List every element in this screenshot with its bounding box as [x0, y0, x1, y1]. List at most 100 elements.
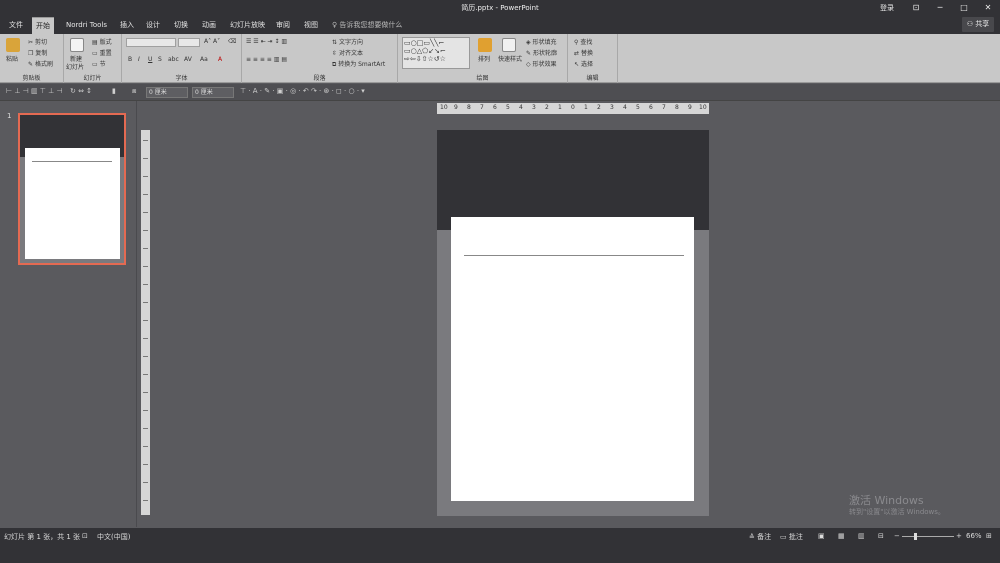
- shape-width-field[interactable]: 0 厘米: [192, 87, 234, 98]
- ruler-tick: [143, 284, 148, 285]
- tab-design[interactable]: 设计: [142, 17, 164, 34]
- slide-sorter-icon[interactable]: ▦: [838, 532, 845, 540]
- align-text-button[interactable]: ⇳ 对齐文本: [332, 48, 363, 57]
- share-button[interactable]: ⚇ 共享: [962, 17, 994, 32]
- fit-slide-icon[interactable]: ⊞: [986, 532, 992, 540]
- comments-button[interactable]: ▭ 批注: [780, 532, 803, 542]
- rotate-icon[interactable]: ↻ ⇔ ↕: [70, 87, 92, 95]
- tab-nordri-tools[interactable]: Nordri Tools: [62, 17, 111, 34]
- ruler-tick: [143, 176, 148, 177]
- tab-review[interactable]: 审阅: [272, 17, 294, 34]
- zoom-slider-thumb[interactable]: [914, 533, 917, 540]
- close-button[interactable]: ✕: [978, 2, 998, 14]
- maximize-button[interactable]: □: [954, 2, 974, 14]
- ribbon-display-options-button[interactable]: ⊡: [906, 2, 926, 14]
- new-slide-button-line2[interactable]: 幻灯片: [66, 62, 84, 71]
- underline-button[interactable]: U: [148, 56, 152, 63]
- minimize-button[interactable]: ─: [930, 2, 950, 14]
- slide-canvas[interactable]: [437, 130, 709, 516]
- layout-label: 版式: [99, 39, 112, 46]
- paragraph-group-label: 段落: [313, 75, 326, 82]
- tell-me-box[interactable]: ♀ 告诉我您想要做什么: [332, 17, 402, 33]
- normal-view-icon[interactable]: ▣: [818, 532, 825, 540]
- slide-thumbnail[interactable]: [18, 113, 126, 265]
- zoom-level[interactable]: 66%: [966, 532, 982, 540]
- reset-button[interactable]: ▭ 重置: [92, 48, 112, 57]
- change-case-button[interactable]: Aa: [200, 56, 208, 63]
- paste-icon[interactable]: [6, 38, 20, 52]
- cut-button[interactable]: ✂ 剪切: [28, 37, 47, 46]
- title-bar: 简历.pptx - PowerPoint 登录 ⊡ ─ □ ✕: [0, 0, 1000, 16]
- slideshow-icon[interactable]: ⊟: [878, 532, 884, 540]
- shape-outline-button[interactable]: ✎ 形状轮廓: [526, 48, 557, 57]
- slide-divider-line[interactable]: [464, 255, 684, 256]
- quick-styles-icon[interactable]: [502, 38, 516, 52]
- arrange-button[interactable]: 排列: [478, 54, 490, 63]
- ruler-tick: [143, 212, 148, 213]
- ruler-tick: [143, 356, 148, 357]
- new-slide-icon[interactable]: [70, 38, 84, 52]
- ruler-label: 9: [454, 104, 458, 111]
- section-button[interactable]: ▭ 节: [92, 59, 106, 68]
- fill-color-icon[interactable]: ▮: [112, 87, 116, 95]
- font-name-dropdown[interactable]: [126, 38, 176, 47]
- sign-in-link[interactable]: 登录: [880, 3, 894, 13]
- tab-view[interactable]: 视图: [300, 17, 322, 34]
- bold-button[interactable]: B: [128, 56, 132, 63]
- ruler-tick: [143, 140, 148, 141]
- layout-button[interactable]: ▤ 版式: [92, 37, 112, 46]
- clear-format-button[interactable]: ⌫: [228, 38, 236, 45]
- smartart-button[interactable]: ⧉ 转换为 SmartArt: [332, 59, 385, 69]
- font-tools-icon[interactable]: ⊤ · A · ✎ · ▣ · ◎ · ↶ ↷ · ⊛ · ◻ · ○ · ▾: [240, 87, 365, 95]
- ruler-tick: [143, 464, 148, 465]
- tab-animations[interactable]: 动画: [198, 17, 220, 34]
- font-color-button[interactable]: A: [218, 56, 222, 63]
- ruler-tick: [143, 428, 148, 429]
- reading-view-icon[interactable]: ▥: [858, 532, 865, 540]
- select-button[interactable]: ↖ 选择: [574, 59, 593, 68]
- arrange-icon[interactable]: [478, 38, 492, 52]
- quick-styles-button[interactable]: 快速样式: [498, 54, 522, 63]
- proofing-icon[interactable]: ⊡: [82, 532, 88, 540]
- zoom-out-button[interactable]: −: [894, 532, 900, 540]
- zoom-slider-track[interactable]: [902, 536, 954, 537]
- align-buttons[interactable]: ≡ ≡ ≡ ≡ ▥ ▤: [246, 56, 287, 63]
- tab-slideshow[interactable]: 幻灯片放映: [226, 17, 269, 34]
- grow-font-button[interactable]: A˄ A˅: [204, 38, 220, 45]
- search-icon: ⚲: [574, 39, 579, 46]
- notes-button[interactable]: ≙ 备注: [749, 532, 771, 542]
- align-text-label: 对齐文本: [338, 50, 363, 57]
- tab-home[interactable]: 开始: [32, 17, 54, 34]
- shape-fill-button[interactable]: ◈ 形状填充: [526, 37, 557, 46]
- paragraph-group: ☰ ☰ ⇤ ⇥ ↕ ▥ ≡ ≡ ≡ ≡ ▥ ▤ ⇅ 文字方向 ⇳ 对齐文本 ⧉ …: [242, 34, 398, 83]
- cursor-icon: ↖: [574, 61, 580, 68]
- strikethrough-button[interactable]: abc: [168, 56, 179, 63]
- bullets-button[interactable]: ☰ ☰ ⇤ ⇥ ↕ ▥: [246, 38, 287, 45]
- copy-button[interactable]: ❐ 复制: [28, 48, 47, 57]
- tab-file[interactable]: 文件: [5, 17, 27, 34]
- align-left-icon[interactable]: ⊢ ⊥ ⊣ ▥ ⊤ ⊥ ⊣: [6, 87, 63, 95]
- cut-label: 剪切: [34, 39, 47, 46]
- slide-header-band[interactable]: [437, 130, 709, 230]
- shadow-button[interactable]: S: [158, 56, 162, 63]
- tab-transitions[interactable]: 切换: [170, 17, 192, 34]
- ruler-label: 5: [636, 104, 640, 111]
- text-direction-button[interactable]: ⇅ 文字方向: [332, 37, 363, 46]
- slide-paper-panel[interactable]: [451, 217, 694, 501]
- replace-button[interactable]: ⇄ 替换: [574, 48, 593, 57]
- shapes-gallery[interactable]: ▭○□▭╲╲⌐ ▭○△⬠↙↘⌐ ⇨⇦⇩⇧☆↺☆: [402, 37, 470, 69]
- font-size-dropdown[interactable]: [178, 38, 200, 47]
- shape-effects-button[interactable]: ◇ 形状效果: [526, 59, 557, 68]
- ruler-tick: [143, 266, 148, 267]
- char-spacing-button[interactable]: AV: [184, 56, 192, 63]
- italic-button[interactable]: I: [138, 56, 140, 63]
- zoom-in-button[interactable]: +: [956, 532, 962, 540]
- tab-insert[interactable]: 插入: [116, 17, 138, 34]
- find-button[interactable]: ⚲ 查找: [574, 37, 592, 46]
- format-painter-button[interactable]: ✎ 格式刷: [28, 59, 53, 68]
- language-status[interactable]: 中文(中国): [97, 532, 130, 542]
- shape-height-field[interactable]: 0 厘米: [146, 87, 188, 98]
- paste-button[interactable]: 粘贴: [6, 54, 18, 63]
- activation-watermark-text: 转到"设置"以激活 Windows。: [849, 508, 945, 516]
- align-text-icon: ⇳: [332, 50, 338, 57]
